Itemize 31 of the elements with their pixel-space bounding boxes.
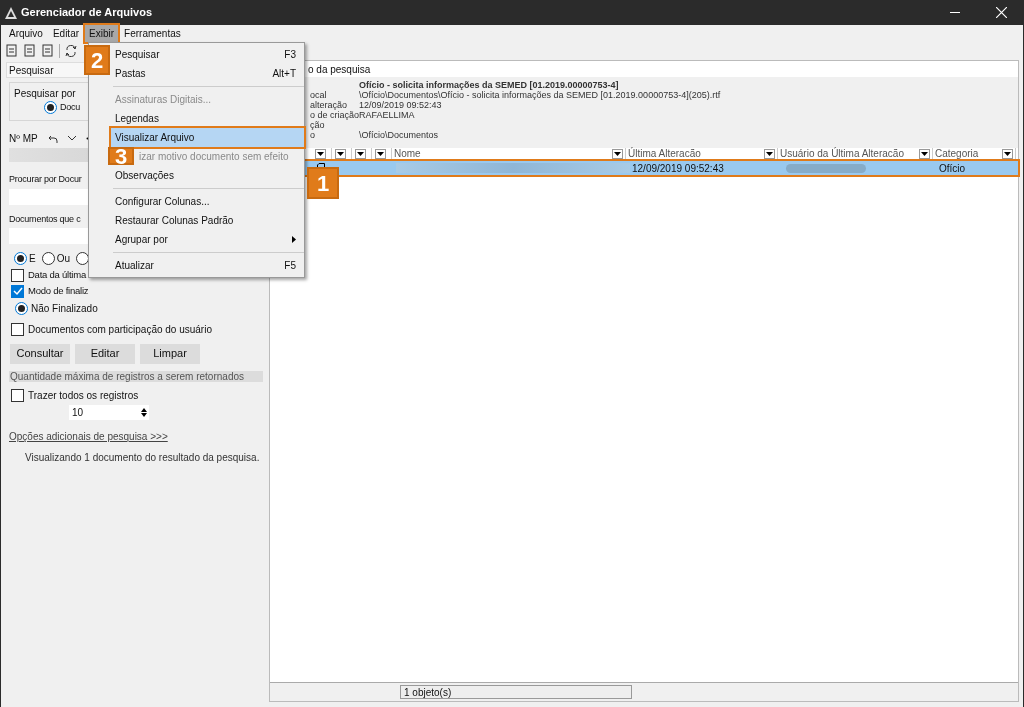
document-title: Ofício - solicita informações da SEMED [01.2019.00000753-4]: [359, 80, 619, 90]
status-field: 1 objeto(s): [400, 685, 632, 699]
table-cell-text: Ofício: [938, 161, 966, 176]
checkbox-label: Modo de finaliz: [28, 284, 89, 299]
detail-label: ocal: [310, 90, 327, 100]
detail-value: RAFAELLIMA: [359, 110, 415, 120]
detail-label: ção: [310, 120, 325, 130]
field-label: Documentos que c: [9, 212, 81, 226]
checkbox-label: Documentos com participação do usuário: [28, 322, 212, 337]
radio-label: Docu: [60, 101, 81, 114]
section-header: Quantidade máxima de registros a serem retornados: [9, 370, 263, 382]
results-summary: Visualizando 1 documento do resultado da pesquisa.: [24, 450, 261, 465]
detail-value: \Ofício\Documentos: [359, 130, 439, 140]
radio-label: Ou: [56, 252, 70, 266]
radio-label: Não Finalizado: [31, 301, 98, 316]
group-label: Pesquisar por: [14, 87, 76, 101]
table-cell-text: 12/09/2019 09:52:43: [631, 161, 725, 176]
detail-label: o de criação: [310, 110, 360, 120]
detail-label: o: [310, 130, 315, 140]
radio-label: E: [29, 252, 36, 266]
step-badge: 2: [84, 45, 110, 75]
window-title: Gerenciador de Arquivos: [21, 5, 153, 21]
checkbox-label: Data da última: [28, 268, 86, 282]
field-label: Nº MP: [9, 132, 38, 146]
detail-label: alteração: [310, 100, 348, 110]
step-badge: 1: [307, 167, 339, 199]
field-label: Procurar por Docur: [9, 173, 82, 186]
detail-value: 12/09/2019 09:52:43: [359, 100, 442, 110]
detail-value: \Ofício\Documentos\Ofício - solicita informações da SEMED [01.2019.00000753-4](205).rtf: [359, 90, 721, 100]
checkbox-label: Trazer todos os registros: [28, 388, 139, 403]
step-badge: 3: [108, 147, 134, 165]
